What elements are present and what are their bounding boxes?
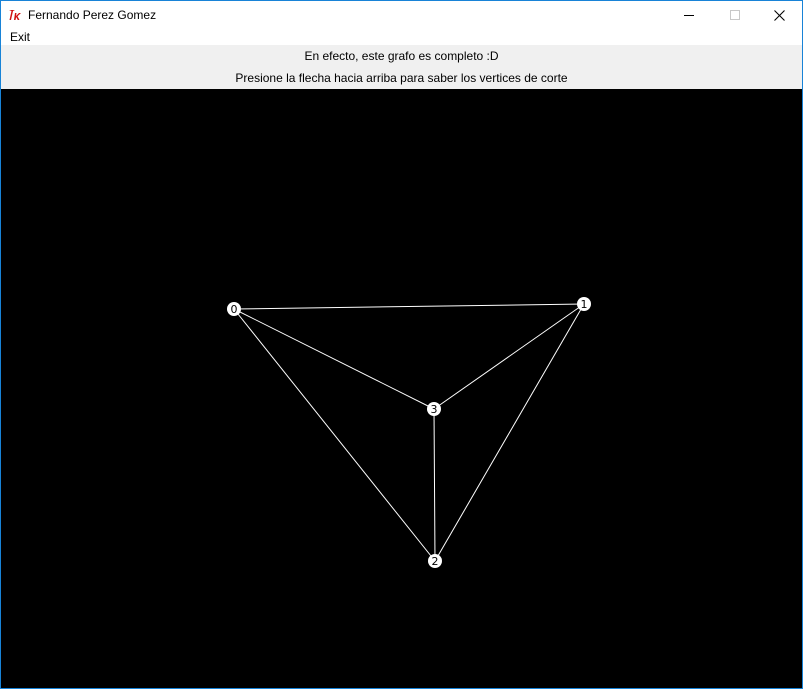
graph-edge-3-2 xyxy=(433,408,436,562)
graph-edge-1-3 xyxy=(433,303,585,410)
graph-svg: 0 1 2 3 xyxy=(227,297,591,568)
graph-canvas[interactable]: 0 1 2 3 xyxy=(1,89,802,688)
graph-node-0[interactable]: 0 xyxy=(227,302,241,316)
graph-node-3[interactable]: 3 xyxy=(427,402,441,416)
graph-edge-0-2 xyxy=(233,308,436,562)
graph-edge-0-1 xyxy=(233,303,585,310)
status-label-complete: En efecto, este grafo es completo :D xyxy=(1,45,802,67)
title-bar[interactable]: Fernando Perez Gomez xyxy=(1,1,802,29)
graph-node-1[interactable]: 1 xyxy=(577,297,591,311)
window-title: Fernando Perez Gomez xyxy=(28,8,157,22)
tk-feather-icon xyxy=(7,7,23,23)
graph-node-label: 3 xyxy=(431,403,438,416)
graph-node-label: 1 xyxy=(581,298,588,311)
graph-node-label: 0 xyxy=(231,303,238,316)
close-button[interactable] xyxy=(756,1,802,29)
graph-edge-1-2 xyxy=(434,303,585,562)
menu-item-exit[interactable]: Exit xyxy=(10,29,30,45)
minimize-button[interactable] xyxy=(666,1,712,29)
minimize-icon xyxy=(684,15,694,16)
app-window: Fernando Perez Gomez Exit En efecto, est… xyxy=(0,0,803,689)
graph-node-label: 2 xyxy=(432,555,439,568)
instruction-label: Presione la flecha hacia arriba para sab… xyxy=(1,67,802,89)
maximize-button[interactable] xyxy=(712,1,758,29)
graph-node-2[interactable]: 2 xyxy=(428,554,442,568)
close-icon xyxy=(774,10,785,21)
menu-bar: Exit xyxy=(1,29,802,45)
graph-edge-0-3 xyxy=(233,308,435,410)
maximize-icon xyxy=(730,10,740,20)
